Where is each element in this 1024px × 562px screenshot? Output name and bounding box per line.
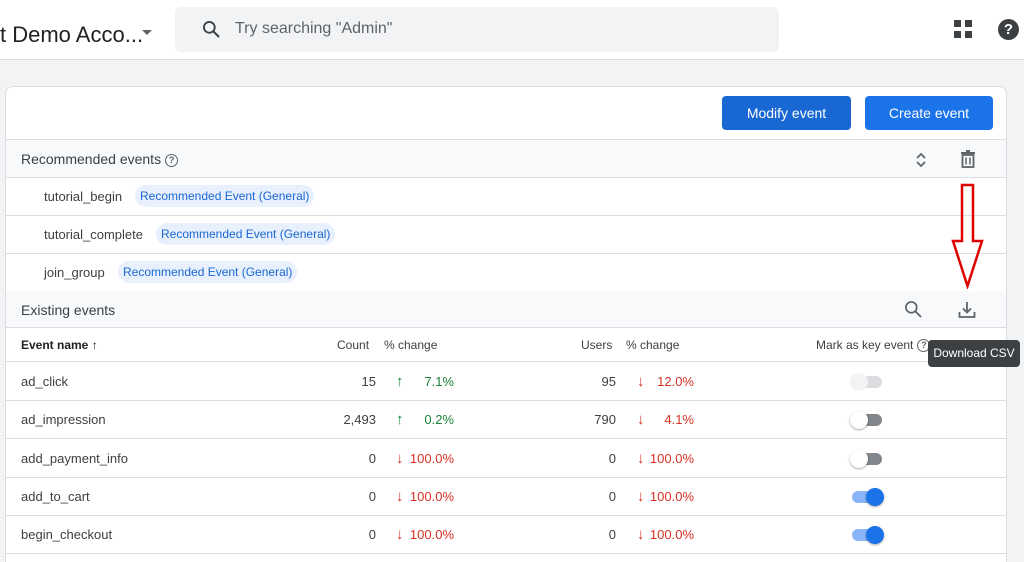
- table-row[interactable]: begin_checkout 0 ↓ 100.0% 0 ↓ 100.0%: [6, 516, 1006, 554]
- recommended-event-name: tutorial_begin: [44, 189, 123, 204]
- column-header-users-change[interactable]: % change: [626, 338, 679, 352]
- account-selector[interactable]: t Demo Acco...: [0, 22, 143, 48]
- table-header: Event name ↑ Count % change Users % chan…: [6, 327, 1006, 362]
- events-card: Modify event Create event Recommended ev…: [5, 86, 1007, 562]
- event-name[interactable]: add_to_cart: [21, 489, 90, 504]
- download-icon[interactable]: [957, 300, 977, 320]
- download-csv-tooltip: Download CSV: [928, 340, 1020, 367]
- help-icon[interactable]: ?: [165, 153, 179, 167]
- users-change: 4.1%: [664, 412, 694, 427]
- column-header-users[interactable]: Users: [581, 338, 612, 352]
- key-event-toggle[interactable]: [850, 450, 884, 468]
- count-change: 100.0%: [409, 451, 454, 466]
- count-change: 0.2%: [424, 412, 454, 427]
- account-dropdown-icon[interactable]: [142, 30, 152, 35]
- users-change: 100.0%: [649, 527, 694, 542]
- event-count: 15: [361, 374, 376, 389]
- apps-grid-icon[interactable]: [954, 20, 972, 38]
- search-icon[interactable]: [903, 299, 923, 319]
- column-header-count[interactable]: Count: [337, 338, 369, 352]
- recommended-event-chip: Recommended Event (General): [118, 261, 298, 283]
- users-change: 100.0%: [649, 451, 694, 466]
- count-change: 7.1%: [424, 374, 454, 389]
- event-name[interactable]: begin_checkout: [21, 527, 112, 542]
- column-header-count-change[interactable]: % change: [384, 338, 437, 352]
- list-item: join_group Recommended Event (General): [6, 254, 1006, 292]
- toggle-knob: [850, 373, 868, 391]
- event-count: 0: [368, 489, 376, 504]
- users-change: 12.0%: [657, 374, 694, 389]
- count-change: 100.0%: [409, 489, 454, 504]
- event-name[interactable]: add_payment_info: [21, 451, 128, 466]
- table-row[interactable]: ad_impression 2,493 ↑ 0.2% 790 ↓ 4.1%: [6, 401, 1006, 439]
- event-count: 2,493: [343, 412, 376, 427]
- table-row[interactable]: ad_click 15 ↑ 7.1% 95 ↓ 12.0%: [6, 363, 1006, 401]
- users-change: 100.0%: [649, 489, 694, 504]
- top-bar: t Demo Acco... ?: [0, 0, 1024, 60]
- event-count: 0: [368, 451, 376, 466]
- recommended-event-chip: Recommended Event (General): [156, 223, 336, 245]
- list-item: tutorial_begin Recommended Event (Genera…: [6, 178, 1006, 216]
- search-bar[interactable]: [175, 7, 779, 52]
- table-row[interactable]: add_to_cart 0 ↓ 100.0% 0 ↓ 100.0%: [6, 478, 1006, 516]
- sort-ascending-icon: ↑: [91, 338, 98, 352]
- recommended-event-name: tutorial_complete: [44, 227, 143, 242]
- toggle-knob: [866, 526, 884, 544]
- key-event-toggle: [850, 373, 884, 391]
- user-count: 0: [608, 527, 616, 542]
- recommended-event-name: join_group: [44, 265, 105, 280]
- user-count: 790: [594, 412, 616, 427]
- user-count: 95: [601, 374, 616, 389]
- recommended-event-chip: Recommended Event (General): [135, 185, 315, 207]
- search-input[interactable]: [235, 17, 735, 41]
- table-row[interactable]: add_payment_info 0 ↓ 100.0% 0 ↓ 100.0%: [6, 440, 1006, 478]
- column-header-event-name[interactable]: Event name ↑: [21, 338, 98, 352]
- expand-collapse-icon[interactable]: [914, 150, 928, 170]
- list-item: tutorial_complete Recommended Event (Gen…: [6, 216, 1006, 254]
- user-count: 0: [608, 451, 616, 466]
- event-count: 0: [368, 527, 376, 542]
- search-icon: [203, 21, 220, 38]
- event-name[interactable]: ad_impression: [21, 412, 106, 427]
- annotation-arrow: [951, 183, 984, 289]
- existing-events-header: Existing events: [6, 291, 1006, 328]
- user-count: 0: [608, 489, 616, 504]
- column-header-key-event: Mark as key event?: [816, 338, 931, 353]
- create-event-button[interactable]: Create event: [865, 96, 993, 130]
- recommended-events-title: Recommended events: [21, 151, 162, 167]
- existing-events-title: Existing events: [21, 302, 116, 318]
- recommended-events-header: Recommended events?: [6, 139, 1006, 178]
- count-change: 100.0%: [409, 527, 454, 542]
- delete-icon[interactable]: [960, 150, 976, 168]
- key-event-toggle[interactable]: [850, 526, 884, 544]
- help-icon[interactable]: ?: [998, 19, 1019, 40]
- toggle-knob: [850, 411, 868, 429]
- toggle-knob: [866, 488, 884, 506]
- toggle-knob: [850, 450, 868, 468]
- modify-event-button[interactable]: Modify event: [722, 96, 851, 130]
- key-event-toggle[interactable]: [850, 411, 884, 429]
- event-name[interactable]: ad_click: [21, 374, 68, 389]
- key-event-toggle[interactable]: [850, 488, 884, 506]
